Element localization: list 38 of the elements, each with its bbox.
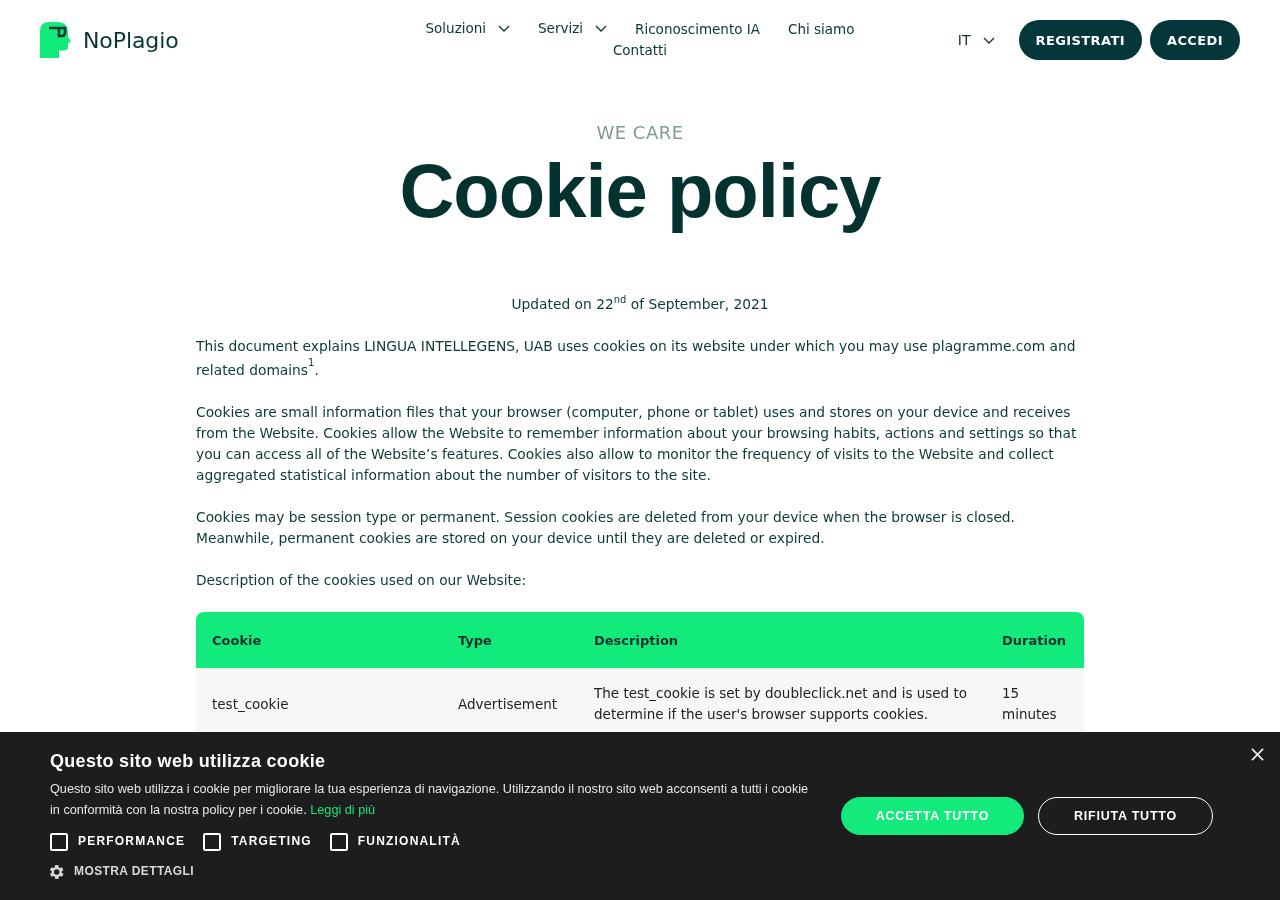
checkbox[interactable] [50,832,68,851]
nav-link[interactable]: Chi siamo [788,19,855,40]
language-selector[interactable]: IT [957,32,995,48]
close-button[interactable] [1251,748,1264,761]
updated-date: Updated on 22$^{nd}$ of September, 2021 [510,294,770,314]
table-cell: test_cookie [196,668,442,732]
table-cell: The test_cookie is set by doubleclick.net and is used to determine if the user's browser supports cookies. [578,668,986,732]
column-header: Type [442,612,578,668]
paragraph: Description of the cookies used on our Website: [196,571,528,590]
paragraph: Cookies are small information files that your browser (computer, phone or tablet) uses and stores on your device and receives from the Website. Cookies allow the Website to remember information about your browsing habits, actions and settings so that you can access all of the Website’s features. Cookies also allow to monitor the frequency of visits to the Website and collect aggregated statistical information about the number of visitors to the site. [196,403,1078,485]
nav-link[interactable]: Servizi [538,17,608,40]
checkbox-label[interactable]: FUNZIONALITÀ [357,831,461,853]
gear-icon [50,864,65,879]
nav-link[interactable]: Contatti [612,40,668,61]
table-cell: 15 minutes [986,668,1084,732]
logo-text[interactable]: NoPlagio [83,27,179,53]
header-button[interactable]: ACCEDI [1149,20,1240,60]
checkbox[interactable] [203,832,222,851]
nav-link[interactable]: Riconoscimento IA [635,19,760,40]
column-header: Cookie [196,612,442,668]
table-cell: Advertisement [442,668,578,732]
page-title: Cookie policy [398,147,882,235]
read-more-link[interactable]: Leggi di più [310,803,376,818]
eyebrow-text: WE CARE [595,121,685,145]
checkbox[interactable] [329,832,348,851]
paragraph: This document explains LINGUA INTELLEGENS, UAB uses cookies on its website under which you may use plagramme.com and related domains$^{1}$. [196,337,1077,380]
banner-text: Questo sito web utilizza i cookie per migliorare la tua esperienza di navigazione. Utilizzando il nostro sito web acconsenti a tutti i cookie in conformità con la nostra policy per i cookie. Leggi di più [50,781,810,820]
close-icon [1251,748,1264,761]
checkbox-label[interactable]: PERFORMANCE [78,831,186,853]
header-button[interactable]: REGISTRATI [1018,20,1142,60]
show-details-button[interactable]: MOSTRA DETTAGLI [50,861,194,883]
column-header: Duration [986,612,1084,668]
checkbox-label[interactable]: TARGETING [231,831,312,853]
logo-icon [40,22,71,58]
nav-link[interactable]: Soluzioni [425,17,511,40]
banner-title: Questo sito web utilizza cookie [50,750,327,774]
paragraph: Cookies may be session type or permanent. Session cookies are deleted from your device when the browser is closed. Meanwhile, permanent cookies are stored on your device until they are deleted or expired. [196,508,1016,548]
column-header: Description [578,612,986,668]
